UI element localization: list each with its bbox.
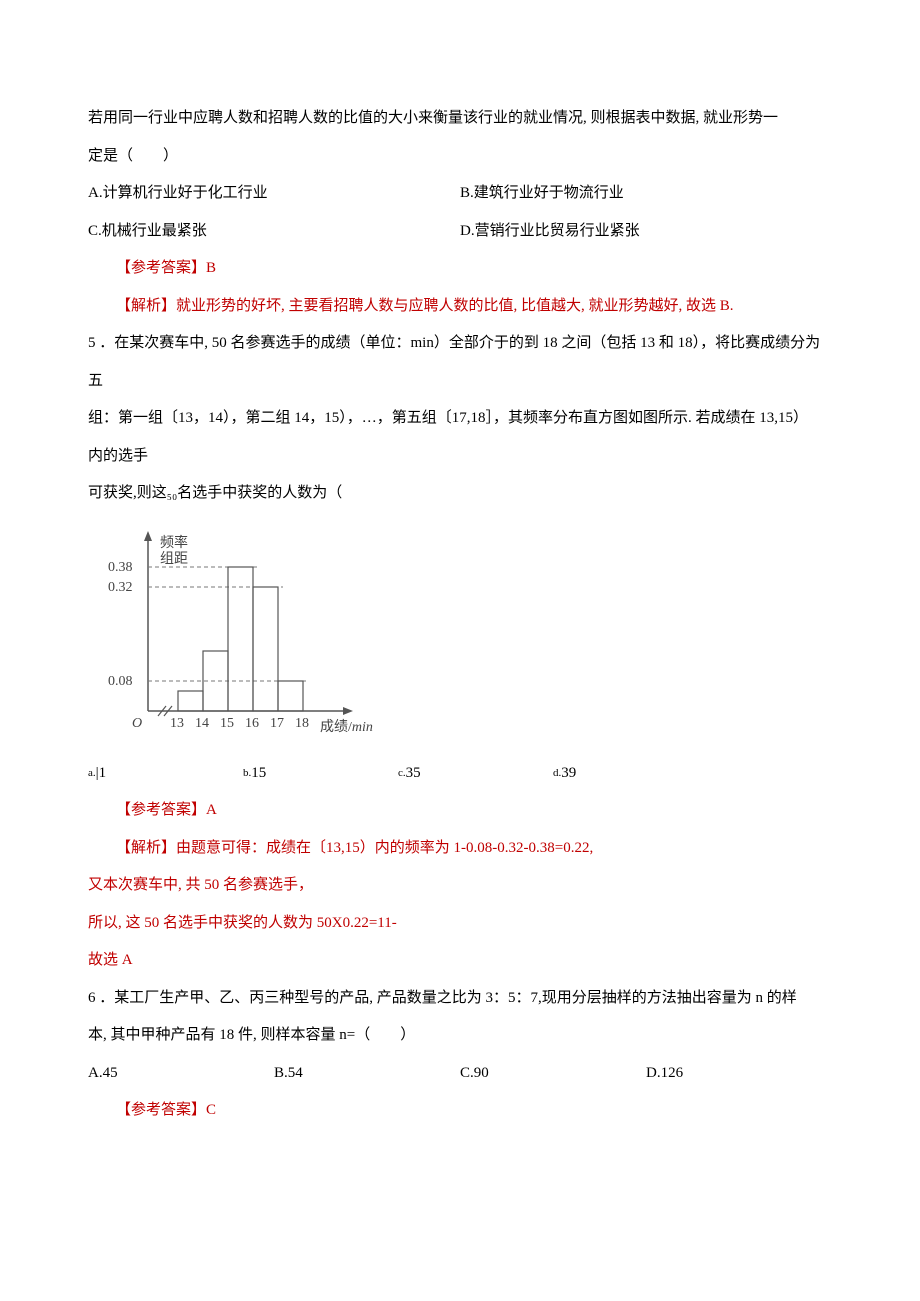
q6-option-c: C.90 bbox=[460, 1055, 646, 1093]
svg-text:16: 16 bbox=[245, 716, 259, 731]
q5-option-b-num: 15 bbox=[251, 765, 266, 781]
svg-text:15: 15 bbox=[220, 716, 234, 731]
q5-stem-line2: 组：第一组〔13，14），第二组 14，15），…，第五组〔17,18］，其频率… bbox=[88, 400, 832, 438]
q5-explain2: 又本次赛车中, 共 50 名参赛选手， bbox=[88, 867, 832, 905]
q5-option-b-label: b. bbox=[243, 767, 251, 779]
q5-option-c-num: 35 bbox=[406, 765, 421, 781]
svg-text:频率: 频率 bbox=[160, 534, 188, 551]
q6-option-b: B.54 bbox=[274, 1055, 460, 1093]
q4-option-a: A.计算机行业好于化工行业 bbox=[88, 175, 460, 213]
q6-stem-text1: ．某工厂生产甲、乙、丙三种型号的产品, 产品数量之比为 3：5：7,现用分层抽样… bbox=[96, 990, 797, 1006]
svg-text:18: 18 bbox=[295, 716, 309, 731]
q5-option-a: a.|1 bbox=[88, 755, 243, 793]
svg-text:组距: 组距 bbox=[160, 551, 188, 567]
q5-option-d: d.39 bbox=[553, 755, 708, 793]
q5-explain3: 所以, 这 50 名选手中获奖的人数为 50X0.22=11- bbox=[88, 905, 832, 943]
q6-stem-line2: 本, 其中甲种产品有 18 件, 则样本容量 n=（ ） bbox=[88, 1017, 832, 1055]
q6-number: 6 bbox=[88, 990, 96, 1006]
svg-text:0.08: 0.08 bbox=[108, 674, 133, 689]
q6-option-d: D.126 bbox=[646, 1055, 832, 1093]
q5-stem-line4: 可获奖,则这₅₀名选手中获奖的人数为（ bbox=[88, 475, 832, 513]
q5-explain4: 故选 A bbox=[88, 942, 832, 980]
q5-options-row: a.|1 b.15 c.35 d.39 bbox=[88, 755, 708, 793]
q5-option-d-label: d. bbox=[553, 767, 561, 779]
q6-options-row: A.45 B.54 C.90 D.126 bbox=[88, 1055, 832, 1093]
q4-option-b: B.建筑行业好于物流行业 bbox=[460, 175, 832, 213]
svg-text:成绩/min: 成绩/min bbox=[320, 719, 373, 735]
q4-explain: 【解析】就业形势的好坏, 主要看招聘人数与应聘人数的比值, 比值越大, 就业形势… bbox=[88, 288, 832, 326]
q5-option-a-num: |1 bbox=[96, 765, 107, 781]
q5-answer: 【参考答案】A bbox=[88, 792, 832, 830]
q5-explain1: 【解析】由题意可得：成绩在〔13,15）内的频率为 1-0.08-0.32-0.… bbox=[88, 830, 832, 868]
q5-option-c: c.35 bbox=[398, 755, 553, 793]
svg-text:0.32: 0.32 bbox=[108, 580, 133, 595]
q5-number: 5 bbox=[88, 335, 96, 351]
q4-option-c: C.机械行业最紧张 bbox=[88, 213, 460, 251]
q6-answer: 【参考答案】C bbox=[88, 1092, 832, 1130]
svg-text:17: 17 bbox=[270, 716, 284, 731]
svg-text:14: 14 bbox=[195, 716, 209, 731]
q6-option-a: A.45 bbox=[88, 1055, 274, 1093]
q4-options-row2: C.机械行业最紧张 D.营销行业比贸易行业紧张 bbox=[88, 213, 832, 251]
q4-option-d: D.营销行业比贸易行业紧张 bbox=[460, 213, 832, 251]
q4-stem-line2: 定是（ ） bbox=[88, 138, 832, 176]
histogram-svg: 0.38 0.32 0.08 频率 组距 O bbox=[88, 521, 388, 751]
q5-option-b: b.15 bbox=[243, 755, 398, 793]
document-page: 若用同一行业中应聘人数和招聘人数的比值的大小来衡量该行业的就业情况, 则根据表中… bbox=[0, 0, 920, 1301]
svg-text:13: 13 bbox=[170, 716, 184, 731]
q5-stem-line3: 内的选手 bbox=[88, 438, 832, 476]
q5-stem-text1: ．在某次赛车中, 50 名参赛选手的成绩（单位：min）全部介于的到 18 之间… bbox=[88, 335, 820, 389]
svg-text:0.38: 0.38 bbox=[108, 560, 133, 575]
q4-options-row1: A.计算机行业好于化工行业 B.建筑行业好于物流行业 bbox=[88, 175, 832, 213]
q5-option-a-label: a. bbox=[88, 767, 96, 779]
q5-option-c-label: c. bbox=[398, 767, 406, 779]
q4-stem-line1: 若用同一行业中应聘人数和招聘人数的比值的大小来衡量该行业的就业情况, 则根据表中… bbox=[88, 100, 832, 138]
q6-stem-line1: 6 ．某工厂生产甲、乙、丙三种型号的产品, 产品数量之比为 3：5：7,现用分层… bbox=[88, 980, 832, 1018]
svg-text:O: O bbox=[132, 716, 142, 731]
histogram-chart: 0.38 0.32 0.08 频率 组距 O bbox=[88, 521, 832, 751]
q5-option-d-num: 39 bbox=[561, 765, 576, 781]
q5-stem-line1: 5 ．在某次赛车中, 50 名参赛选手的成绩（单位：min）全部介于的到 18 … bbox=[88, 325, 832, 400]
q4-answer: 【参考答案】B bbox=[88, 250, 832, 288]
